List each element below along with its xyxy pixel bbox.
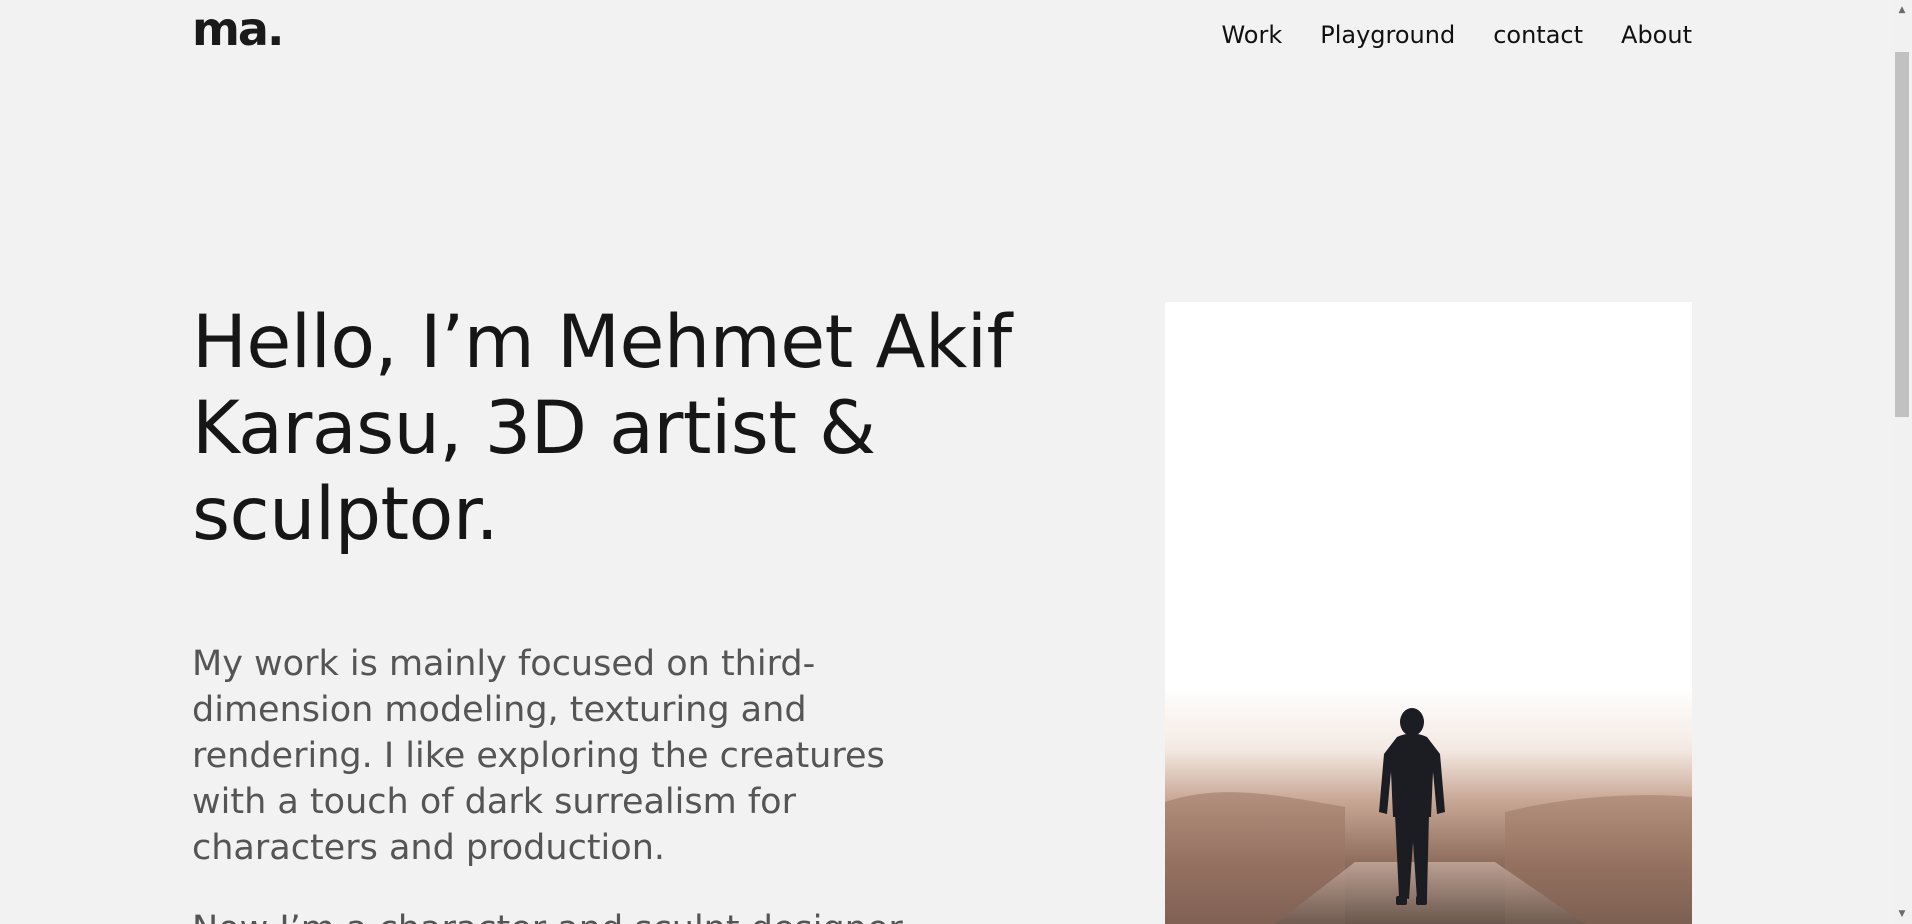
hero-description-continued: Now I’m a character and sculpt designer	[192, 906, 932, 924]
hero-title: Hello, I’m Mehmet Akif Karasu, 3D artist…	[192, 300, 1012, 557]
site-logo[interactable]: ma.	[192, 6, 284, 52]
nav-link-about[interactable]: About	[1621, 20, 1692, 50]
person-walking-in-fog-photo	[1165, 302, 1692, 924]
hero-description: My work is mainly focused on third-dimen…	[192, 644, 885, 868]
scroll-up-icon[interactable]: ▲	[1892, 0, 1912, 20]
nav-link-work[interactable]: Work	[1221, 20, 1282, 50]
site-header: ma. Work Playground contact About	[192, 0, 1692, 70]
scroll-thumb[interactable]	[1895, 52, 1909, 417]
hero-photo	[1165, 302, 1692, 924]
nav-link-contact[interactable]: contact	[1493, 20, 1583, 50]
vertical-scrollbar[interactable]: ▲ ▼	[1892, 0, 1912, 924]
main-nav: Work Playground contact About	[1221, 20, 1692, 50]
page: ma. Work Playground contact About Hello,…	[0, 0, 1912, 924]
scroll-down-icon[interactable]: ▼	[1892, 904, 1912, 924]
nav-link-playground[interactable]: Playground	[1320, 20, 1455, 50]
